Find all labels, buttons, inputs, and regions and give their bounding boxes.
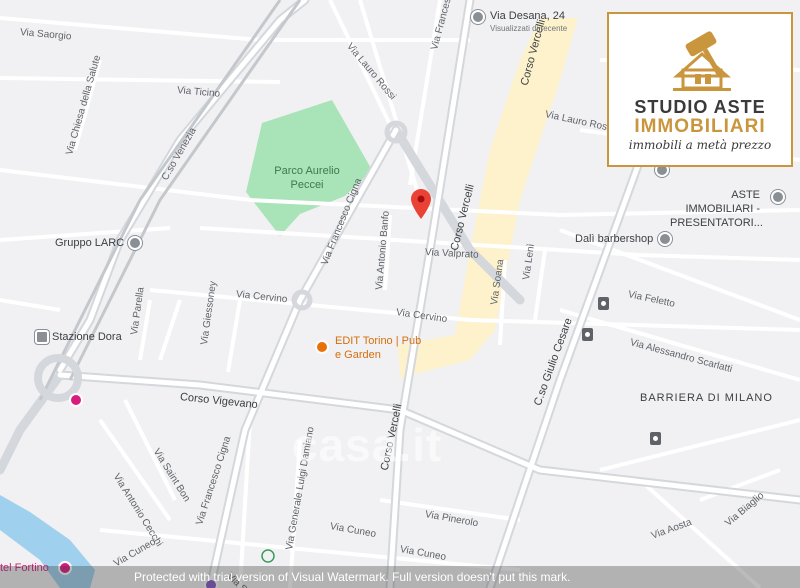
park-label: Parco Aurelio Peccei: [274, 165, 340, 191]
lock-icon: [598, 297, 609, 310]
pub-icon[interactable]: [315, 340, 329, 354]
hotel-icon[interactable]: [69, 393, 83, 407]
barber-icon[interactable]: [658, 232, 672, 246]
place-label[interactable]: Stazione Dora: [52, 332, 122, 343]
place-icon[interactable]: [128, 236, 142, 250]
gavel-house-icon: [673, 31, 731, 91]
place-label[interactable]: ASTE IMMOBILIARI - PRESENTATORI...: [670, 188, 763, 230]
lock-icon: [582, 328, 593, 341]
studio-aste-logo: STUDIO ASTE IMMOBILIARI immobili a metà …: [607, 12, 793, 167]
place-label[interactable]: Dalì barbershop: [575, 234, 653, 245]
place-label[interactable]: EDIT Torino | Pub e Garden: [335, 334, 425, 362]
district-label: BARRIERA DI MILANO: [640, 392, 773, 404]
brand-tagline: immobili a metà prezzo: [628, 138, 772, 152]
train-station-icon[interactable]: [35, 330, 49, 344]
brand-line2: IMMOBILIARI: [634, 116, 766, 137]
place-label[interactable]: Gruppo LARC: [55, 238, 124, 249]
casa-watermark: casa.it: [292, 419, 443, 471]
brand-line1: STUDIO ASTE: [634, 97, 766, 117]
lock-icon: [650, 432, 661, 445]
location-pin-icon[interactable]: [411, 189, 431, 219]
trial-watermark: Protected with trial version of Visual W…: [0, 566, 800, 588]
place-sublabel: Visualizzati di recente: [490, 24, 568, 33]
history-icon[interactable]: [471, 10, 485, 24]
map[interactable]: Via Saorgio Via Chiesa della Salute Via …: [0, 0, 800, 588]
watermark-text: Protected with trial version of Visual W…: [134, 570, 571, 584]
place-label[interactable]: Via Desana, 24: [490, 11, 565, 22]
small-circle: [261, 549, 275, 563]
place-icon[interactable]: [771, 190, 785, 204]
